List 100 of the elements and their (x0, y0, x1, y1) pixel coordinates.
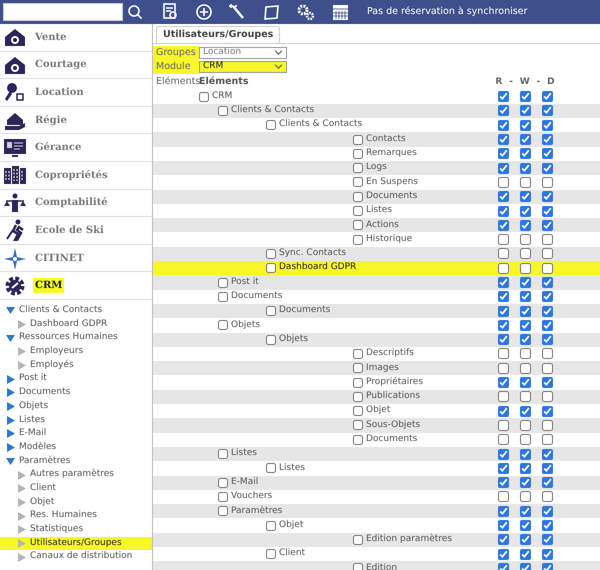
checkbox[interactable] (353, 348, 363, 359)
checkbox[interactable] (542, 362, 552, 374)
nav-item[interactable]: Employeurs (0, 345, 152, 359)
checkbox[interactable] (498, 176, 508, 188)
checkbox[interactable] (266, 120, 276, 130)
module-item[interactable]: Régie (0, 106, 152, 134)
checkbox[interactable] (542, 434, 552, 446)
checkbox[interactable] (520, 377, 530, 388)
nav-item[interactable]: Post it (0, 372, 152, 386)
checkbox[interactable] (542, 462, 552, 474)
checkbox[interactable] (353, 234, 363, 245)
checkbox[interactable] (498, 120, 508, 131)
checkbox[interactable] (498, 462, 508, 474)
checkbox[interactable] (353, 192, 363, 202)
nav-item[interactable]: Autres paramètres (0, 468, 152, 482)
checkbox[interactable] (353, 420, 363, 430)
checkbox[interactable] (498, 362, 508, 374)
module-item[interactable]: Gérance (0, 134, 152, 162)
checkbox[interactable] (542, 91, 552, 102)
nav-item[interactable]: Statistiques (0, 522, 152, 537)
checkbox[interactable] (520, 320, 530, 331)
checkbox[interactable] (266, 549, 276, 560)
checkbox[interactable] (353, 378, 363, 388)
checkbox[interactable] (542, 262, 552, 274)
checkbox[interactable] (498, 348, 508, 360)
checkbox[interactable] (498, 548, 508, 560)
nav-item[interactable]: E-Mail (0, 427, 152, 441)
checkbox[interactable] (542, 234, 552, 246)
checkbox[interactable] (542, 420, 552, 431)
checkbox[interactable] (520, 120, 530, 131)
module-item[interactable]: Copropriétés (0, 162, 152, 190)
checkbox[interactable] (520, 248, 530, 260)
checkbox[interactable] (542, 120, 552, 131)
checkbox[interactable] (498, 105, 508, 116)
checkbox[interactable] (353, 206, 363, 216)
nav-item[interactable]: Res. Humaines (0, 509, 152, 523)
checkbox[interactable] (542, 491, 552, 502)
checkbox[interactable] (542, 162, 552, 174)
checkbox[interactable] (520, 477, 530, 488)
module-item[interactable]: Ecole de Ski (0, 217, 152, 245)
nav-item[interactable]: Utilisateurs/Groupes (0, 536, 152, 550)
checkbox[interactable] (542, 348, 552, 360)
checkbox[interactable] (520, 191, 530, 202)
checkbox[interactable] (520, 534, 530, 546)
checkbox[interactable] (520, 462, 530, 474)
checkbox[interactable] (353, 177, 363, 188)
checkbox[interactable] (542, 220, 552, 231)
checkbox[interactable] (542, 176, 552, 188)
checkbox[interactable] (520, 434, 530, 446)
checkbox[interactable] (542, 320, 552, 331)
checkbox[interactable] (542, 334, 552, 346)
checkbox[interactable] (498, 520, 508, 532)
checkbox[interactable] (520, 348, 530, 360)
checkbox[interactable] (542, 534, 552, 546)
checkbox[interactable] (520, 306, 530, 317)
checkbox[interactable] (520, 262, 530, 274)
checkbox[interactable] (218, 320, 228, 330)
module-item[interactable]: Location (0, 79, 152, 107)
checkbox[interactable] (520, 162, 530, 174)
nav-item[interactable]: Documents (0, 386, 152, 400)
checkbox[interactable] (498, 506, 508, 517)
checkbox[interactable] (542, 191, 552, 202)
checkbox[interactable] (266, 463, 276, 474)
checkbox[interactable] (498, 491, 508, 502)
checkbox[interactable] (353, 563, 363, 570)
checkbox[interactable] (266, 306, 276, 316)
checkbox[interactable] (542, 477, 552, 488)
checkbox[interactable] (542, 291, 552, 302)
checkbox[interactable] (266, 248, 276, 259)
checkbox[interactable] (498, 406, 508, 417)
checkbox[interactable] (353, 148, 363, 159)
checkbox[interactable] (542, 206, 552, 217)
checkbox[interactable] (218, 506, 228, 516)
checkbox[interactable] (542, 448, 552, 460)
checkbox[interactable] (498, 377, 508, 388)
checkbox[interactable] (542, 248, 552, 260)
checkbox[interactable] (520, 420, 530, 431)
search-field[interactable] (3, 3, 123, 21)
checkbox[interactable] (266, 334, 276, 345)
checkbox[interactable] (520, 234, 530, 246)
checkbox[interactable] (218, 278, 228, 288)
checkbox[interactable] (353, 163, 363, 174)
checkbox[interactable] (542, 306, 552, 317)
checkbox[interactable] (542, 134, 552, 146)
checkbox[interactable] (353, 406, 363, 416)
nav-item[interactable]: Modèles (0, 440, 152, 454)
module-item[interactable]: Comptabilité (0, 190, 152, 218)
checkbox[interactable] (498, 391, 508, 402)
checkbox[interactable] (520, 277, 530, 288)
tab[interactable]: Utilisateurs/Groupes (156, 26, 280, 44)
checkbox[interactable] (218, 292, 228, 302)
checkbox[interactable] (520, 362, 530, 374)
checkbox[interactable] (498, 306, 508, 317)
nav-item[interactable]: Canaux de distribution (0, 550, 152, 564)
select-field[interactable]: CRM (199, 60, 287, 73)
checkbox[interactable] (520, 291, 530, 302)
nav-item[interactable]: Objet (0, 496, 152, 510)
checkbox[interactable] (520, 134, 530, 146)
checkbox[interactable] (353, 392, 363, 402)
checkbox[interactable] (218, 478, 228, 488)
